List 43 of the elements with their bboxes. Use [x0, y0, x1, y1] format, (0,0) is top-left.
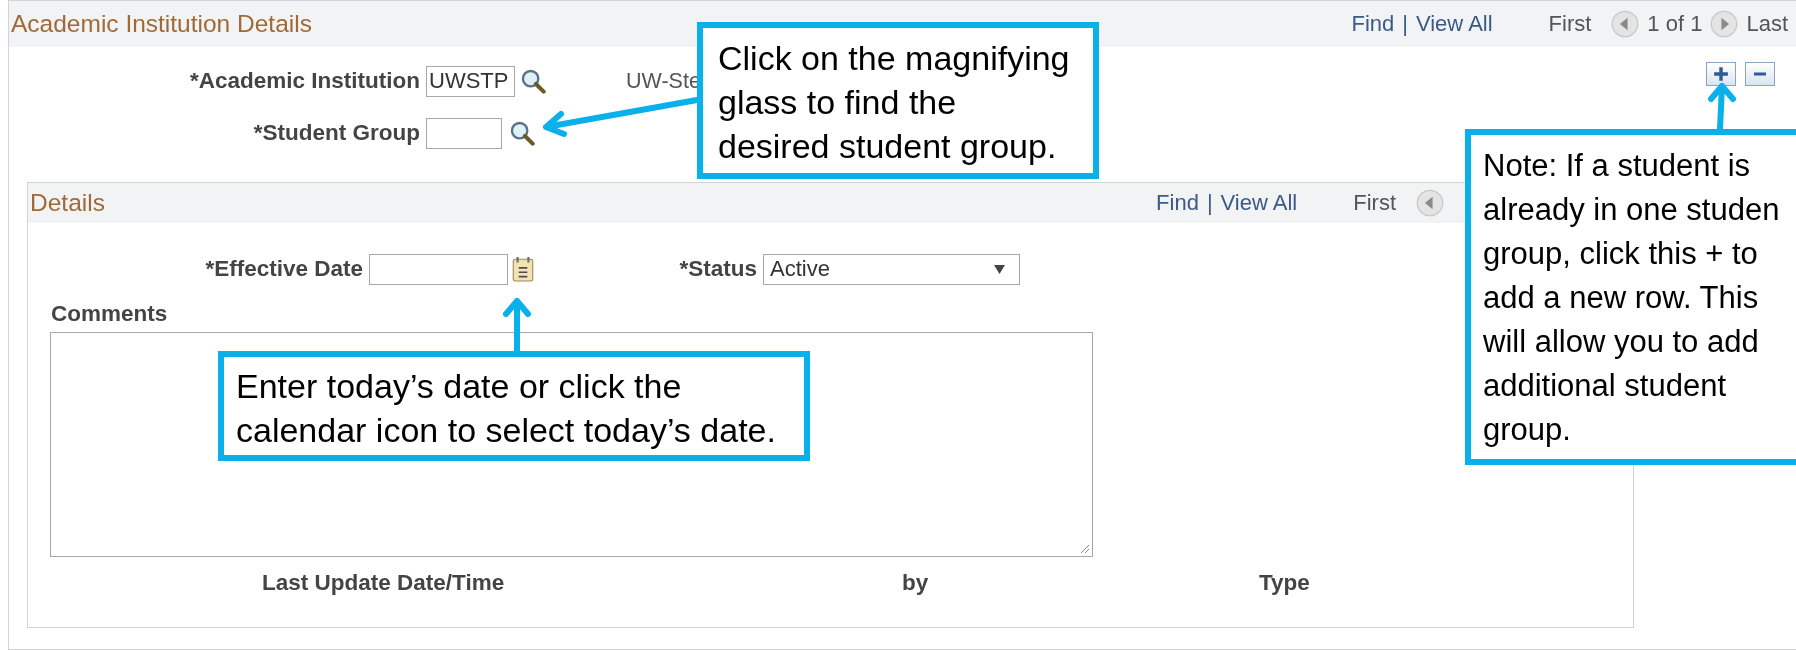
- column-label: Type: [1259, 570, 1311, 596]
- minus-icon: [1752, 72, 1768, 76]
- next-icon[interactable]: [1710, 10, 1739, 38]
- find-link[interactable]: Find: [1156, 190, 1199, 216]
- callout-text: Note: If a student is already in one studen group, click this + to add a new row. This will allow you to add additional student group.: [1483, 147, 1781, 449]
- separator-text: |: [1206, 190, 1213, 216]
- institution-description: UW-Ste: [626, 68, 701, 94]
- view-all-link[interactable]: View All: [1415, 11, 1493, 37]
- calendar-icon: [512, 256, 534, 282]
- search-button[interactable]: [509, 120, 535, 146]
- status-dropdown[interactable]: Active: [763, 253, 1020, 285]
- field-label: *Student Group: [252, 120, 421, 146]
- details-title: Details: [30, 189, 105, 217]
- field-label: *Status: [678, 256, 758, 282]
- delete-row-button[interactable]: [1745, 62, 1775, 86]
- input-field[interactable]: UWSTP: [426, 65, 515, 97]
- separator-text: |: [1402, 11, 1408, 37]
- section-title: Academic Institution Details: [11, 10, 312, 38]
- search-button[interactable]: [520, 68, 546, 94]
- resize-grip-icon[interactable]: [1080, 544, 1090, 554]
- date-field[interactable]: [369, 253, 508, 285]
- search-icon: [520, 68, 546, 94]
- add-row-button[interactable]: [1706, 62, 1736, 86]
- calendar-button[interactable]: [512, 256, 534, 282]
- input-field[interactable]: [426, 117, 502, 149]
- last-label: Last: [1746, 11, 1788, 37]
- callout-text: Enter today’s date or click the calendar icon to select today’s date.: [236, 366, 777, 451]
- column-label: by: [902, 570, 930, 596]
- first-label: First: [1548, 11, 1592, 37]
- previous-icon[interactable]: [1611, 10, 1640, 38]
- caret-icon: [994, 264, 1005, 274]
- previous-icon[interactable]: [1416, 189, 1444, 217]
- field-label: *Academic Institution: [188, 68, 421, 94]
- column-label: Last Update Date/Time: [262, 570, 506, 596]
- view-all-link[interactable]: View All: [1220, 190, 1298, 216]
- search-icon: [509, 120, 535, 146]
- callout-text: Click on the magnifying glass to find the desired student group.: [718, 38, 1071, 167]
- field-label: *Effective Date: [204, 256, 364, 282]
- comments-label: Comments: [51, 301, 168, 327]
- plus-icon: [1713, 66, 1729, 82]
- find-link[interactable]: Find: [1351, 11, 1395, 37]
- page-count: 1 of 1: [1647, 11, 1703, 37]
- first-label: First: [1353, 190, 1396, 216]
